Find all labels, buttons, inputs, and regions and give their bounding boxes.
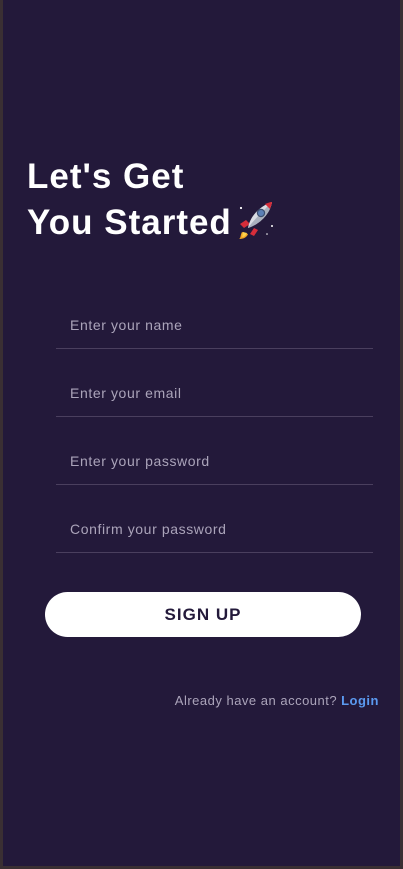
login-link[interactable]: Login <box>341 693 379 708</box>
signup-screen: Let's Get You Started Enter your name En… <box>3 0 400 866</box>
password-field <box>56 437 373 485</box>
confirm-password-input[interactable] <box>56 505 373 552</box>
title-line-2-text: You Started <box>27 203 232 242</box>
confirm-password-field <box>56 505 373 553</box>
title-line-1: Let's Get <box>27 157 185 196</box>
password-input[interactable] <box>56 437 373 484</box>
login-prompt: Already have an account? Login <box>175 693 379 708</box>
rocket-icon <box>236 198 276 250</box>
login-prompt-text: Already have an account? <box>174 693 338 708</box>
name-input[interactable] <box>56 301 373 348</box>
name-field <box>56 301 373 349</box>
email-input[interactable] <box>56 369 373 416</box>
page-title: Let's Get You Started <box>27 156 276 250</box>
title-line-2: You Started <box>27 198 276 250</box>
sign-up-button[interactable]: SIGN UP <box>45 592 361 637</box>
email-field <box>56 369 373 417</box>
